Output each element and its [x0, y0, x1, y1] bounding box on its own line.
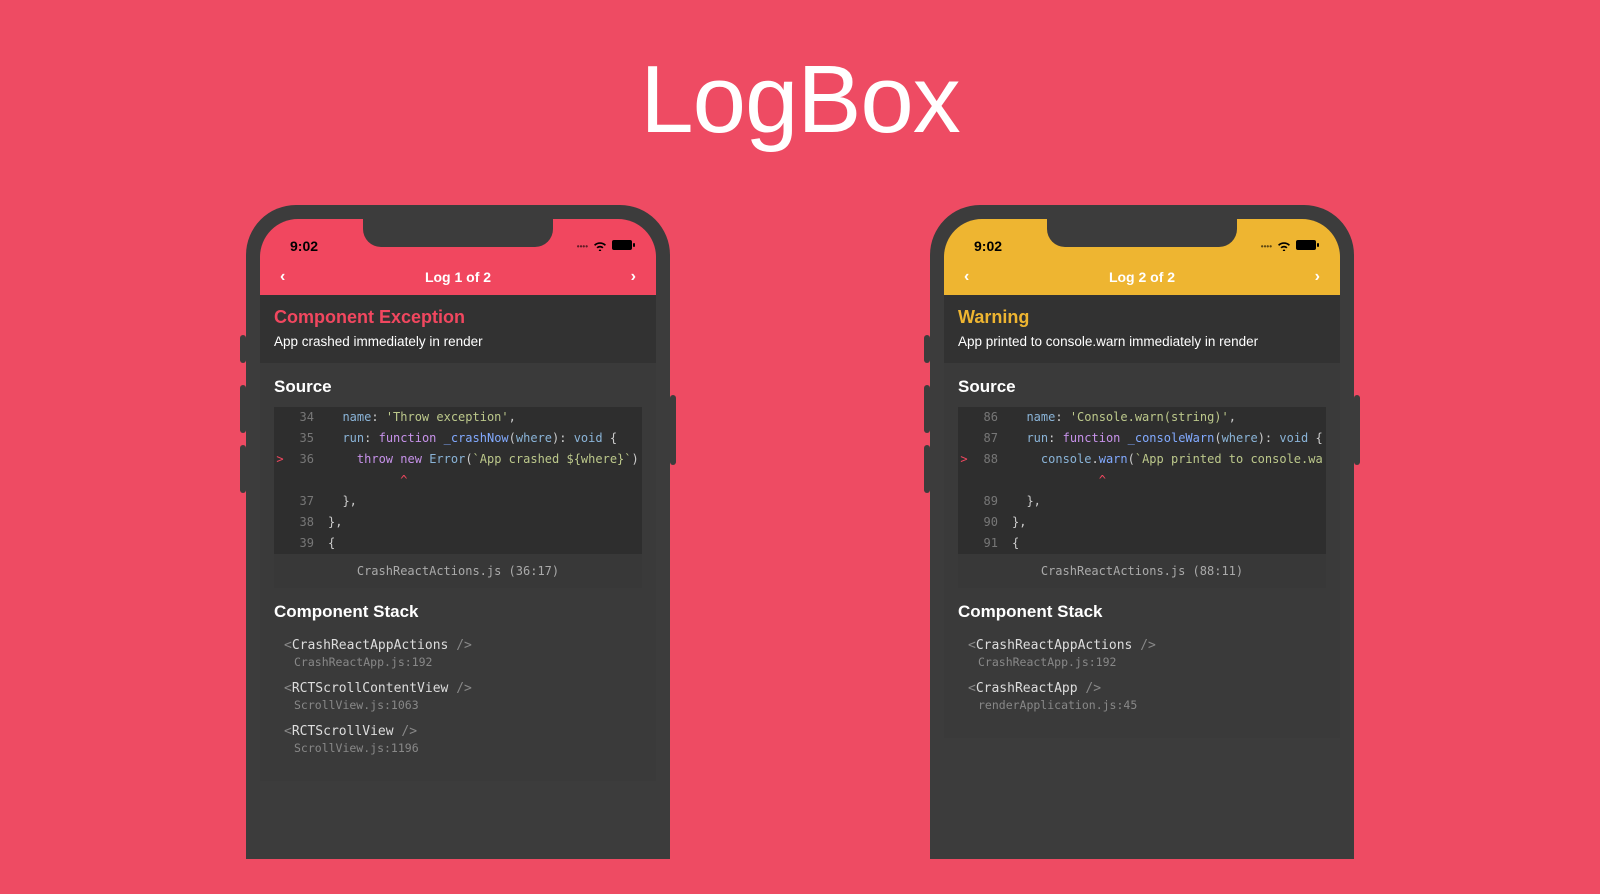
signal-dots-icon: •••• — [1261, 242, 1272, 251]
status-icons: •••• — [1261, 238, 1320, 254]
side-button — [1354, 395, 1360, 465]
signal-dots-icon: •••• — [577, 242, 588, 251]
log-header: ‹ Log 1 of 2 › — [260, 259, 656, 295]
code-line: ^ — [958, 470, 1326, 491]
source-label: Source — [260, 363, 656, 407]
battery-icon — [612, 238, 636, 254]
wifi-icon — [1276, 238, 1292, 254]
code-line: 38}, — [274, 512, 642, 533]
stack-label: Component Stack — [260, 588, 656, 632]
log-counter: Log 2 of 2 — [1109, 269, 1175, 285]
phone-row: 9:02 •••• ‹ Log 1 of 2 › Component Excep… — [0, 205, 1600, 859]
code-line: 91{ — [958, 533, 1326, 554]
side-button — [924, 385, 930, 433]
side-button — [924, 445, 930, 493]
phone-frame: 9:02 •••• ‹ Log 1 of 2 › Component Excep… — [246, 205, 670, 859]
code-line: >36 throw new Error(`App crashed ${where… — [274, 449, 642, 470]
phone-screen: 9:02 •••• ‹ Log 2 of 2 › Warning App pr — [944, 219, 1340, 859]
stack-frame[interactable]: <RCTScrollContentView />ScrollView.js:10… — [274, 675, 642, 718]
phone-warning: 9:02 •••• ‹ Log 2 of 2 › Warning App pr — [930, 205, 1354, 859]
component-stack: <CrashReactAppActions />CrashReactApp.js… — [944, 632, 1340, 738]
code-line: 39{ — [274, 533, 642, 554]
code-line: 34 name: 'Throw exception', — [274, 407, 642, 428]
code-line: >88 console.warn(`App printed to console… — [958, 449, 1326, 470]
stack-frame[interactable]: <CrashReactAppActions />CrashReactApp.js… — [958, 632, 1326, 675]
battery-icon — [1296, 238, 1320, 254]
source-code: 86 name: 'Console.warn(string)', 87 run:… — [958, 407, 1326, 554]
prev-log-button[interactable]: ‹ — [958, 264, 975, 290]
log-content: Component Exception App crashed immediat… — [260, 295, 656, 781]
wifi-icon — [592, 238, 608, 254]
log-counter: Log 1 of 2 — [425, 269, 491, 285]
code-line: 35 run: function _crashNow(where): void … — [274, 428, 642, 449]
next-log-button[interactable]: › — [625, 264, 642, 290]
log-title: Component Exception — [274, 307, 642, 328]
code-line: 86 name: 'Console.warn(string)', — [958, 407, 1326, 428]
phone-notch — [363, 219, 553, 247]
log-title: Warning — [958, 307, 1326, 328]
log-header: ‹ Log 2 of 2 › — [944, 259, 1340, 295]
side-button — [240, 385, 246, 433]
stack-frame[interactable]: <RCTScrollView />ScrollView.js:1196 — [274, 718, 642, 761]
code-line: 89 }, — [958, 491, 1326, 512]
status-icons: •••• — [577, 238, 636, 254]
next-log-button[interactable]: › — [1309, 264, 1326, 290]
phone-screen: 9:02 •••• ‹ Log 1 of 2 › Component Excep… — [260, 219, 656, 859]
stack-frame[interactable]: <CrashReactAppActions />CrashReactApp.js… — [274, 632, 642, 675]
component-stack: <CrashReactAppActions />CrashReactApp.js… — [260, 632, 656, 781]
code-line: 37 }, — [274, 491, 642, 512]
source-code: 34 name: 'Throw exception', 35 run: func… — [274, 407, 642, 554]
side-button — [924, 335, 930, 363]
stack-frame[interactable]: <CrashReactApp />renderApplication.js:45 — [958, 675, 1326, 718]
phone-error: 9:02 •••• ‹ Log 1 of 2 › Component Excep… — [246, 205, 670, 859]
status-time: 9:02 — [290, 238, 318, 254]
log-content: Warning App printed to console.warn imme… — [944, 295, 1340, 738]
side-button — [240, 335, 246, 363]
code-line: ^ — [274, 470, 642, 491]
page-title: LogBox — [0, 0, 1600, 155]
log-title-section: Warning App printed to console.warn imme… — [944, 295, 1340, 363]
code-line: 90}, — [958, 512, 1326, 533]
source-file: CrashReactActions.js (36:17) — [274, 554, 642, 588]
status-time: 9:02 — [974, 238, 1002, 254]
source-label: Source — [944, 363, 1340, 407]
log-subtitle: App crashed immediately in render — [274, 334, 642, 349]
log-title-section: Component Exception App crashed immediat… — [260, 295, 656, 363]
side-button — [240, 445, 246, 493]
log-subtitle: App printed to console.warn immediately … — [958, 334, 1326, 349]
stack-label: Component Stack — [944, 588, 1340, 632]
side-button — [670, 395, 676, 465]
source-file: CrashReactActions.js (88:11) — [958, 554, 1326, 588]
phone-frame: 9:02 •••• ‹ Log 2 of 2 › Warning App pr — [930, 205, 1354, 859]
code-line: 87 run: function _consoleWarn(where): vo… — [958, 428, 1326, 449]
phone-notch — [1047, 219, 1237, 247]
prev-log-button[interactable]: ‹ — [274, 264, 291, 290]
